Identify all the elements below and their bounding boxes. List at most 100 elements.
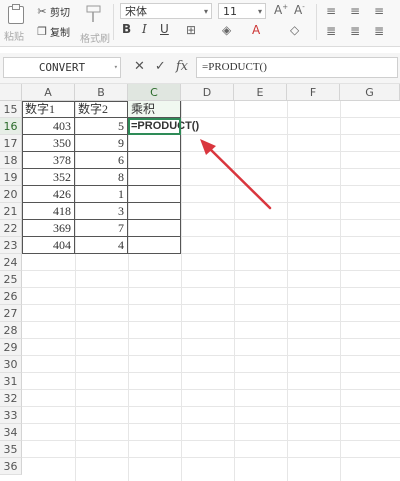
align-center-icon[interactable]: ≣ xyxy=(350,24,360,38)
cell-a[interactable]: 403 xyxy=(22,118,75,135)
cell-a[interactable]: 404 xyxy=(22,237,75,254)
underline-button[interactable]: U xyxy=(160,22,169,36)
cell-c[interactable] xyxy=(128,203,181,220)
row-header[interactable]: 32 xyxy=(0,390,22,407)
row-header[interactable]: 35 xyxy=(0,441,22,458)
cell-a[interactable]: 350 xyxy=(22,135,75,152)
row-header[interactable]: 26 xyxy=(0,288,22,305)
row-header[interactable]: 36 xyxy=(0,458,22,475)
name-box-value: CONVERT xyxy=(38,61,86,74)
cell-a[interactable]: 426 xyxy=(22,186,75,203)
paste-label: 粘贴 xyxy=(4,32,24,43)
cell-b[interactable]: 3 xyxy=(75,203,128,220)
column-header-g[interactable]: G xyxy=(340,84,400,101)
cell-b[interactable]: 5 xyxy=(75,118,128,135)
cell-b[interactable]: 9 xyxy=(75,135,128,152)
column-header-e[interactable]: E xyxy=(234,84,287,101)
align-bottom-icon[interactable]: ≡ xyxy=(374,4,384,18)
row-header[interactable]: 25 xyxy=(0,271,22,288)
insert-function-icon[interactable]: fx xyxy=(176,59,188,74)
align-middle-icon[interactable]: ≡ xyxy=(350,4,360,18)
ribbon-divider xyxy=(316,4,317,40)
cancel-icon[interactable]: ✕ xyxy=(134,59,145,74)
row-header[interactable]: 21 xyxy=(0,203,22,220)
row-header[interactable]: 28 xyxy=(0,322,22,339)
italic-button[interactable]: I xyxy=(142,22,147,36)
enter-icon[interactable]: ✓ xyxy=(155,59,166,74)
font-color-icon[interactable]: A xyxy=(252,23,260,37)
cell-c[interactable] xyxy=(128,186,181,203)
header-cell-b[interactable]: 数字2 xyxy=(75,101,128,118)
header-cell-c[interactable]: 乘积 xyxy=(128,101,181,118)
row-header[interactable]: 33 xyxy=(0,407,22,424)
cell-b[interactable]: 6 xyxy=(75,152,128,169)
font-size-select[interactable]: 11 ▾ xyxy=(218,3,266,19)
row-header[interactable]: 23 xyxy=(0,237,22,254)
chevron-down-icon: ▾ xyxy=(257,7,262,16)
cut-label: 剪切 xyxy=(50,8,70,19)
align-top-icon[interactable]: ≡ xyxy=(326,4,336,18)
row-header[interactable]: 16 xyxy=(0,118,22,135)
font-name-value: 宋体 xyxy=(125,5,147,18)
column-header-b[interactable]: B xyxy=(75,84,128,101)
clear-format-icon[interactable]: ◇ xyxy=(290,23,299,37)
copy-label: 复制 xyxy=(50,28,70,39)
cell-c[interactable] xyxy=(128,169,181,186)
select-all-corner[interactable] xyxy=(0,84,22,101)
cell-b[interactable]: 1 xyxy=(75,186,128,203)
row-header[interactable]: 27 xyxy=(0,305,22,322)
scissors-icon: ✂ xyxy=(37,5,47,18)
increase-font-icon[interactable]: A+ xyxy=(274,3,288,17)
column-header-a[interactable]: A xyxy=(22,84,75,101)
header-cell-a[interactable]: 数字1 xyxy=(22,101,75,118)
chevron-down-icon: ▾ xyxy=(203,7,208,16)
fill-color-icon[interactable]: ◈ xyxy=(222,23,231,37)
decrease-font-icon[interactable]: A- xyxy=(294,3,305,17)
font-name-select[interactable]: 宋体 ▾ xyxy=(120,3,212,19)
column-header-d[interactable]: D xyxy=(181,84,234,101)
format-painter-label: 格式刷 xyxy=(80,34,110,45)
cell-a[interactable]: 378 xyxy=(22,152,75,169)
cell-c[interactable] xyxy=(128,152,181,169)
bold-button[interactable]: B xyxy=(122,22,131,36)
formula-actions: ✕ ✓ fx xyxy=(134,59,188,74)
row-header[interactable]: 17 xyxy=(0,135,22,152)
cell-a[interactable]: 418 xyxy=(22,203,75,220)
cell-a[interactable]: 369 xyxy=(22,220,75,237)
cell-b[interactable]: 4 xyxy=(75,237,128,254)
cut-button[interactable]: ✂ 剪切 xyxy=(36,4,70,19)
cell-c[interactable] xyxy=(128,220,181,237)
row-header[interactable]: 15 xyxy=(0,101,22,118)
row-header[interactable]: 34 xyxy=(0,424,22,441)
ribbon-divider xyxy=(113,4,114,40)
row-header[interactable]: 24 xyxy=(0,254,22,271)
clipboard-icon xyxy=(8,4,24,24)
formula-bar: CONVERT ▾ ✕ ✓ fx =PRODUCT() xyxy=(0,53,400,84)
row-header[interactable]: 29 xyxy=(0,339,22,356)
name-box[interactable]: CONVERT ▾ xyxy=(3,57,121,78)
formula-input[interactable]: =PRODUCT() xyxy=(196,57,398,78)
paste-button[interactable]: 粘贴 xyxy=(2,2,28,43)
align-left-icon[interactable]: ≣ xyxy=(326,24,336,38)
copy-button[interactable]: ❐ 复制 xyxy=(36,24,70,39)
column-header-c[interactable]: C xyxy=(128,84,181,101)
format-painter-icon xyxy=(86,5,101,22)
row-header[interactable]: 22 xyxy=(0,220,22,237)
font-size-value: 11 xyxy=(223,5,237,18)
ribbon-toolbar: 粘贴 ✂ 剪切 ❐ 复制 格式刷 宋体 ▾ 11 ▾ A+ A- B I U ⊞… xyxy=(0,0,400,47)
cell-c[interactable] xyxy=(128,237,181,254)
border-icon[interactable]: ⊞ xyxy=(186,23,196,37)
cell-b[interactable]: 8 xyxy=(75,169,128,186)
align-right-icon[interactable]: ≣ xyxy=(374,24,384,38)
row-header[interactable]: 19 xyxy=(0,169,22,186)
cell-b[interactable]: 7 xyxy=(75,220,128,237)
active-cell-c16[interactable]: =PRODUCT() xyxy=(128,118,199,135)
cell-a[interactable]: 352 xyxy=(22,169,75,186)
row-header[interactable]: 18 xyxy=(0,152,22,169)
row-header[interactable]: 30 xyxy=(0,356,22,373)
column-header-f[interactable]: F xyxy=(287,84,340,101)
cell-c[interactable] xyxy=(128,135,181,152)
format-painter-button[interactable]: 格式刷 xyxy=(80,4,110,45)
copy-icon: ❐ xyxy=(37,25,47,38)
row-header[interactable]: 20 xyxy=(0,186,22,203)
